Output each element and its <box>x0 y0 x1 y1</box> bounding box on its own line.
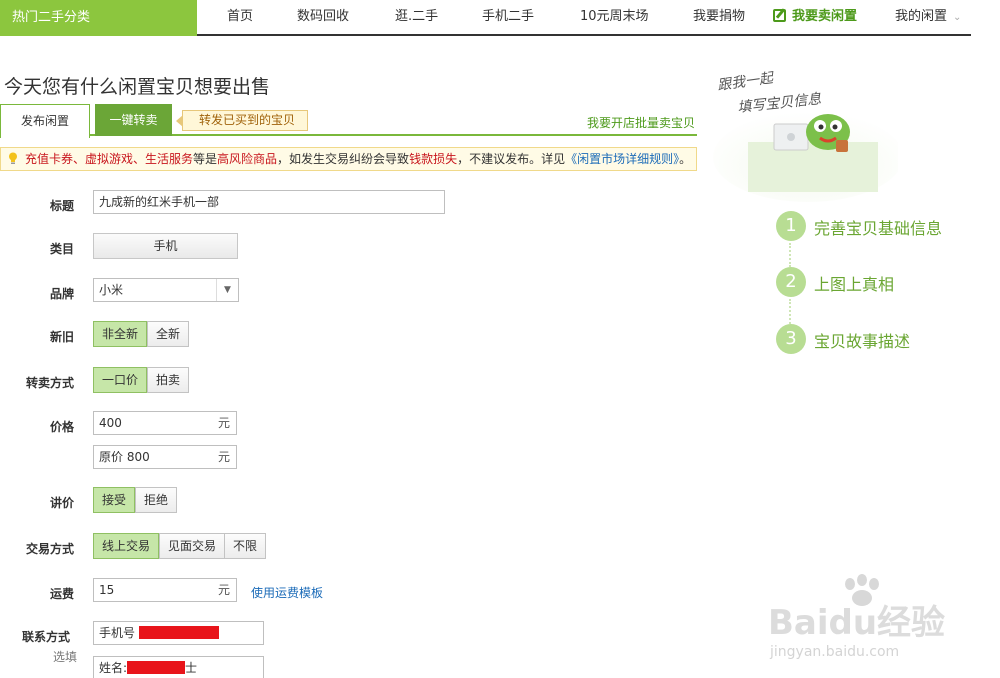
auction-option[interactable]: 拍卖 <box>147 368 189 392</box>
warning-text-3: ，不建议发布。详见 <box>457 152 566 166</box>
warning-text-1: 等是 <box>193 152 218 166</box>
original-price-value: 800 <box>126 450 150 464</box>
any-trade-option[interactable]: 不限 <box>224 534 266 558</box>
trade-method-label: 交易方式 <box>26 542 75 556</box>
watermark-brand: Baidu经验 <box>768 603 945 643</box>
watermark-url: jingyan.baidu.com <box>769 644 899 660</box>
edit-icon <box>773 9 786 22</box>
condition-new-option[interactable]: 全新 <box>147 322 189 346</box>
paw-icon <box>845 574 879 606</box>
loss-word: 钱款损失 <box>409 152 458 166</box>
shipping-template-link[interactable]: 使用运费模板 <box>251 584 323 601</box>
chevron-down-icon: ▼ <box>216 279 238 301</box>
nav-browse-secondhand[interactable]: 逛.二手 <box>395 0 438 34</box>
original-price-prefix: 原价 <box>99 450 124 464</box>
step-3-number: 3 <box>776 324 806 354</box>
sale-method-label: 转卖方式 <box>26 376 75 390</box>
name-prefix: 姓名: <box>99 661 128 675</box>
batch-sell-link[interactable]: 我要开店批量卖宝贝 <box>587 114 695 131</box>
category-button[interactable]: 手机 <box>93 233 238 259</box>
main-nav: 首页 数码回收 逛.二手 手机二手 10元周末场 我要捐物 我要卖闲置 我的闲置… <box>197 0 971 36</box>
mascot-caption-line1: 跟我一起 <box>716 70 776 94</box>
title-label: 标题 <box>50 199 75 213</box>
brand-select[interactable]: 小米 ▼ <box>93 278 239 302</box>
risk-word: 高风险商品 <box>217 152 278 166</box>
warning-text-4: 。 <box>679 152 692 166</box>
contact-label: 联系方式 <box>22 630 71 644</box>
nav-phone-secondhand[interactable]: 手机二手 <box>482 0 534 34</box>
price-unit: 元 <box>217 416 230 430</box>
trade-method-toggle: 线上交易 见面交易 不限 <box>93 533 267 559</box>
step-1-text: 完善宝贝基础信息 <box>814 219 943 238</box>
nav-sell-idle[interactable]: 我要卖闲置 <box>773 0 857 34</box>
chevron-down-icon: ⌄ <box>953 12 962 23</box>
price-input[interactable]: 400 元 <box>93 411 237 435</box>
price-value: 400 <box>99 416 122 430</box>
optional-label: 选填 <box>53 650 78 664</box>
lightbulb-icon <box>9 152 17 164</box>
step-1-number: 1 <box>776 211 806 241</box>
sale-method-toggle: 一口价 拍卖 <box>93 367 190 393</box>
redacted-name <box>127 661 186 674</box>
condition-toggle: 非全新 全新 <box>93 321 190 347</box>
nav-weekend-sale[interactable]: 10元周末场 <box>580 0 649 34</box>
shipping-value: 15 <box>99 583 115 597</box>
phone-prefix: 手机号 <box>99 626 136 640</box>
nav-my-idle-label: 我的闲置 <box>895 9 948 24</box>
bargain-accept-option[interactable]: 接受 <box>93 487 136 513</box>
original-price-unit: 元 <box>217 450 230 464</box>
fixed-price-option[interactable]: 一口价 <box>93 367 148 393</box>
top-nav-bar: 热门二手分类 首页 数码回收 逛.二手 手机二手 10元周末场 我要捐物 我要卖… <box>0 0 1000 36</box>
online-trade-option[interactable]: 线上交易 <box>93 533 160 559</box>
phone-input[interactable]: 手机号 <box>93 621 264 645</box>
nav-donate[interactable]: 我要捐物 <box>693 0 745 34</box>
brand-value: 小米 <box>99 283 124 297</box>
condition-label: 新旧 <box>50 330 75 344</box>
price-label: 价格 <box>50 420 75 434</box>
nav-home[interactable]: 首页 <box>227 0 253 34</box>
nav-my-idle[interactable]: 我的闲置 ⌄ <box>895 0 961 34</box>
step-2-number: 2 <box>776 267 806 297</box>
risk-warning-bar: 充值卡券、虚拟游戏、生活服务等是高风险商品，如发生交易纠纷会导致钱款损失，不建议… <box>0 147 697 171</box>
nav-digital-recycle[interactable]: 数码回收 <box>297 0 349 34</box>
warning-text-2: ，如发生交易纠纷会导致 <box>277 152 410 166</box>
bargain-toggle: 接受 拒绝 <box>93 487 178 513</box>
shipping-unit: 元 <box>217 583 230 597</box>
forward-tip: 转发已买到的宝贝 <box>175 110 309 131</box>
step-3-text: 宝贝故事描述 <box>814 332 911 351</box>
step-connector <box>789 299 791 324</box>
baidu-watermark: Baidu经验 jingyan.baidu.com <box>768 574 945 660</box>
tab-forward[interactable]: 一键转卖 <box>95 104 172 136</box>
original-price-input[interactable]: 原价 800 元 <box>93 445 237 469</box>
mascot-illustration: 跟我一起 填写宝贝信息 <box>713 70 898 202</box>
category-label: 类目 <box>50 242 75 256</box>
redacted-phone <box>138 626 219 639</box>
condition-used-option[interactable]: 非全新 <box>93 321 148 347</box>
rules-link[interactable]: 《闲置市场详细规则》 <box>565 152 679 166</box>
meetup-trade-option[interactable]: 见面交易 <box>159 534 225 558</box>
shipping-label: 运费 <box>50 587 75 601</box>
tab-bar: 发布闲置 一键转卖 转发已买到的宝贝 我要开店批量卖宝贝 <box>0 104 697 138</box>
tab-publish[interactable]: 发布闲置 <box>0 104 90 138</box>
shipping-input[interactable]: 15 元 <box>93 578 237 602</box>
step-2-text: 上图上真相 <box>814 275 895 294</box>
bargain-reject-option[interactable]: 拒绝 <box>135 488 177 512</box>
brand-label: 品牌 <box>50 287 75 301</box>
step-connector <box>789 243 791 267</box>
hot-category-button[interactable]: 热门二手分类 <box>0 0 197 36</box>
title-input[interactable]: 九成新的红米手机一部 <box>93 190 445 214</box>
page-title: 今天您有什么闲置宝贝想要出售 <box>4 76 271 98</box>
bargain-label: 讲价 <box>50 496 75 510</box>
nav-sell-idle-label: 我要卖闲置 <box>792 9 858 24</box>
name-suffix: 士 <box>185 661 198 675</box>
name-input[interactable]: 姓名: 士 <box>93 656 264 678</box>
risk-items: 充值卡券、虚拟游戏、生活服务 <box>25 152 194 166</box>
